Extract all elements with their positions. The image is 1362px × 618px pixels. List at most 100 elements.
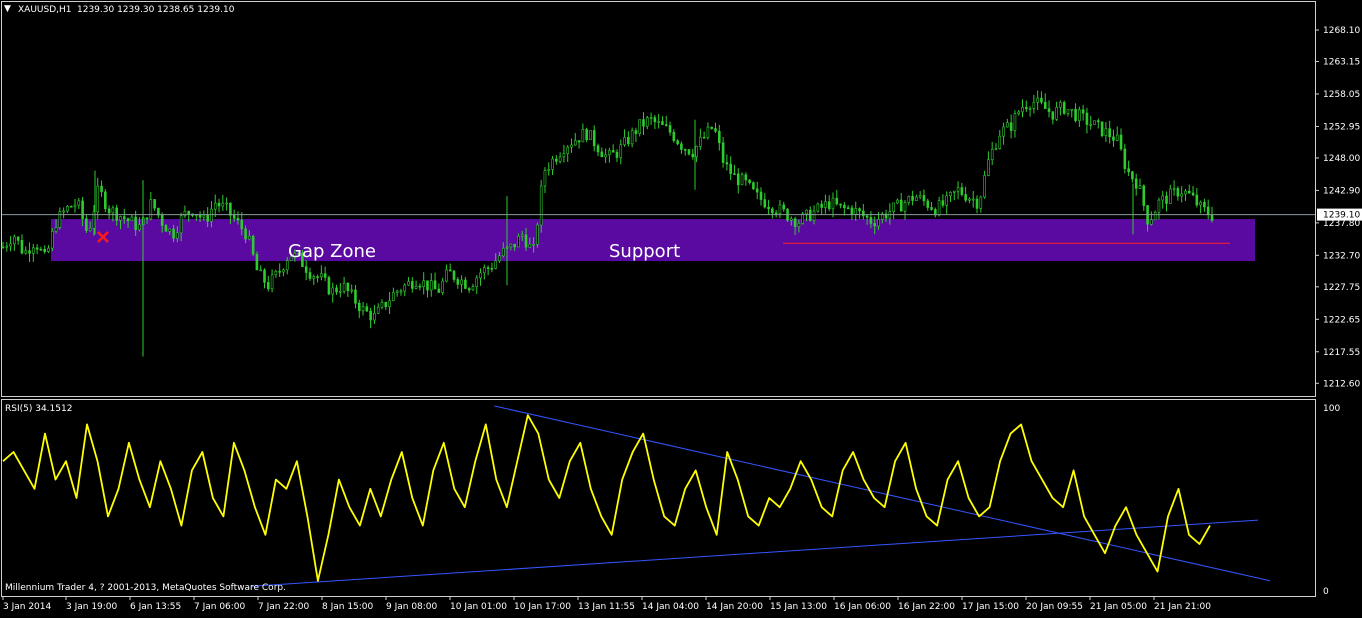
copyright-text: Millennium Trader 4, ? 2001-2013, MetaQu… xyxy=(5,583,286,593)
candle-body xyxy=(755,188,759,193)
candle-body xyxy=(202,214,206,218)
candle-body xyxy=(824,201,827,208)
candle-body xyxy=(721,142,725,163)
current-price-label: 1239.10 xyxy=(1323,211,1360,221)
candle-body xyxy=(926,200,930,208)
candle-body xyxy=(339,290,342,293)
candle-body xyxy=(706,126,710,138)
candle-body xyxy=(555,158,558,162)
candle-body xyxy=(426,280,429,291)
candle-body xyxy=(952,190,956,193)
candle-body xyxy=(956,187,960,192)
time-tick-label: 21 Jan 21:00 xyxy=(1154,602,1211,612)
candle-body xyxy=(69,205,73,208)
rsi-trendline-down[interactable] xyxy=(494,405,1271,582)
candle-body xyxy=(1017,111,1021,114)
candle-body xyxy=(100,185,103,193)
candle-body xyxy=(320,273,323,278)
candle-body xyxy=(657,121,660,123)
candle-body xyxy=(479,272,482,279)
candle-body xyxy=(1051,111,1055,120)
rsi-trendlines xyxy=(251,405,1271,587)
candle-body xyxy=(206,214,209,222)
price-tick-label: 1227.75 xyxy=(1323,283,1360,293)
candle-body xyxy=(104,191,107,210)
rsi-chart-svg[interactable]: 100 0 xyxy=(0,398,1362,598)
candle-body xyxy=(816,203,820,212)
candle-body xyxy=(763,199,767,208)
candle-body xyxy=(1142,185,1146,206)
time-tick-label: 10 Jan 17:00 xyxy=(514,602,571,612)
candle-body xyxy=(1112,136,1115,141)
candle-body xyxy=(122,216,126,219)
candle-body xyxy=(513,243,516,248)
candle-body xyxy=(771,208,774,214)
candle-body xyxy=(157,207,160,216)
price-chart-pane[interactable]: 1268.10 1263.15 1258.05 1252.95 1248.00 1242.… xyxy=(0,0,1362,398)
candle-body xyxy=(452,270,456,280)
candle-body xyxy=(702,136,706,139)
candle-body xyxy=(922,195,926,202)
rsi-indicator-pane[interactable]: 100 0 RSI(5) 34.1512 Millennium Trader 4… xyxy=(0,398,1362,598)
candle-body xyxy=(695,146,698,158)
time-tick-label: 16 Jan 22:00 xyxy=(898,602,955,612)
rsi-trendline-up[interactable] xyxy=(251,519,1259,587)
candle-body xyxy=(331,287,335,295)
candle-body xyxy=(1153,211,1157,221)
candle-body xyxy=(312,276,316,279)
candle-body xyxy=(793,218,797,227)
candle-body xyxy=(168,228,172,232)
candle-body xyxy=(941,200,945,206)
candle-body xyxy=(164,225,168,232)
candle-body xyxy=(1138,185,1142,189)
ohlc-readout: 1239.30 1239.30 1238.65 1239.10 xyxy=(77,5,235,15)
candle-body xyxy=(736,173,740,186)
candle-body xyxy=(797,223,801,227)
time-tick-label: 8 Jan 15:00 xyxy=(322,602,374,612)
candle-body xyxy=(380,301,384,308)
candle-body xyxy=(1078,109,1081,121)
candle-body xyxy=(1123,148,1127,169)
candle-body xyxy=(517,235,520,248)
candle-body xyxy=(418,285,422,288)
candle-body xyxy=(990,148,994,161)
candle-body xyxy=(285,260,289,271)
time-tick-label: 10 Jan 01:00 xyxy=(450,602,507,612)
candle-body xyxy=(536,224,539,245)
candle-body xyxy=(486,267,490,269)
candle-body xyxy=(160,214,164,226)
time-axis-svg: 3 Jan 2014 3 Jan 19:00 6 Jan 13:55 7 Jan 06… xyxy=(2,596,1211,612)
candle-body xyxy=(266,282,270,290)
candle-body xyxy=(615,151,619,158)
candle-body xyxy=(918,195,922,198)
candle-body xyxy=(691,153,695,158)
candle-body xyxy=(683,149,687,151)
candle-body xyxy=(1074,108,1077,121)
candle-body xyxy=(66,205,69,212)
candle-body xyxy=(73,204,77,208)
candle-body xyxy=(388,300,391,308)
candle-body xyxy=(945,195,949,206)
price-chart-svg[interactable]: 1268.10 1263.15 1258.05 1252.95 1248.00 1242.… xyxy=(0,0,1362,398)
candle-body xyxy=(1161,195,1165,201)
candle-body xyxy=(877,219,880,227)
candle-body xyxy=(221,202,225,207)
candle-body xyxy=(930,207,933,210)
time-tick-label: 9 Jan 08:00 xyxy=(386,602,438,612)
candle-body xyxy=(395,290,399,293)
triangle-down-icon[interactable]: ▼ xyxy=(4,4,11,14)
candle-body xyxy=(77,200,81,206)
candle-body xyxy=(1024,106,1028,110)
time-tick-label: 21 Jan 05:00 xyxy=(1090,602,1147,612)
candle-body xyxy=(467,288,471,291)
candle-body xyxy=(187,210,191,215)
candle-body xyxy=(176,232,179,239)
candle-body xyxy=(850,207,854,215)
candle-body xyxy=(50,231,54,249)
candle-body xyxy=(304,266,308,273)
candle-body xyxy=(1066,109,1070,114)
candle-body xyxy=(664,124,668,126)
rsi-axis-top: 100 xyxy=(1323,404,1340,414)
candle-body xyxy=(1195,194,1199,206)
candle-body xyxy=(570,144,573,148)
